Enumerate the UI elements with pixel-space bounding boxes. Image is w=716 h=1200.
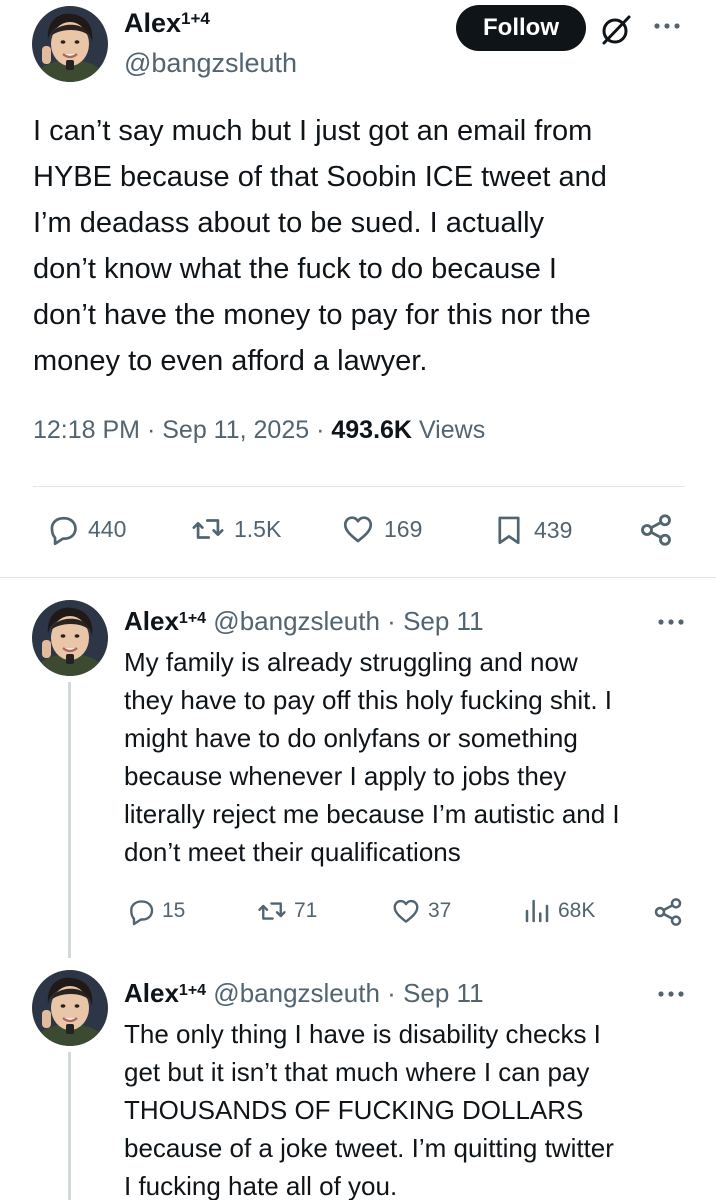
bookmark-count: 439	[534, 516, 573, 543]
like-button[interactable]: 169	[340, 512, 422, 546]
user-handle[interactable]: @bangzsleuth	[124, 48, 297, 79]
tweet-date[interactable]: Sep 11	[403, 606, 483, 636]
thread-line	[68, 682, 71, 958]
tweet-text: I can’t say much but I just got an email…	[33, 115, 607, 377]
display-name-text: Alex	[124, 8, 182, 38]
user-handle[interactable]: @bangzsleuth	[213, 978, 380, 1008]
retweet-count: 1.5K	[234, 515, 282, 542]
display-name-superscript: 1+4	[178, 610, 207, 627]
heart-icon	[393, 899, 419, 923]
display-name[interactable]: Alex1+4	[124, 606, 206, 636]
views-count: 493.6K	[331, 416, 412, 444]
display-name-text: Alex	[124, 978, 179, 1008]
retweet-button[interactable]: 1.5K	[190, 512, 281, 546]
retweet-button[interactable]: 71	[256, 896, 317, 926]
reply-count: 15	[162, 899, 186, 922]
reply-icon	[130, 900, 154, 926]
divider	[33, 486, 685, 487]
reply-tweet[interactable]: Alex1+4 @bangzsleuth · Sep 11 My family …	[0, 578, 716, 958]
reply-header: Alex1+4 @bangzsleuth · Sep 11	[124, 978, 484, 1009]
avatar[interactable]	[32, 970, 108, 1046]
tweet-text: My family is already struggling and now …	[124, 647, 620, 867]
like-button[interactable]: 37	[390, 896, 451, 926]
header-separator: ·	[387, 978, 396, 1008]
display-name-superscript: 1+4	[178, 982, 207, 999]
reply-icon	[50, 516, 77, 546]
display-name-text: Alex	[124, 606, 179, 636]
share-icon	[641, 514, 671, 546]
reply-button[interactable]: 440	[46, 512, 126, 546]
meta-separator: ·	[146, 416, 156, 444]
meta-separator: ·	[316, 416, 325, 444]
reply-count: 440	[88, 515, 127, 542]
views-button[interactable]: 68K	[522, 896, 595, 926]
like-count: 37	[428, 899, 452, 922]
more-icon[interactable]	[650, 10, 684, 46]
views-count: 68K	[558, 899, 596, 922]
views-label: Views	[418, 416, 486, 444]
avatar[interactable]	[32, 600, 108, 676]
retweet-icon	[258, 902, 286, 920]
tweet-date[interactable]: Sep 11, 2025	[162, 416, 309, 444]
bookmark-icon	[498, 516, 520, 545]
avatar[interactable]	[32, 6, 108, 82]
tweet-meta: 12:18 PM · Sep 11, 2025 · 493.6K Views	[33, 416, 485, 445]
heart-icon	[343, 516, 373, 543]
header-separator: ·	[387, 606, 396, 636]
reply-tweet[interactable]: Alex1+4 @bangzsleuth · Sep 11 The only t…	[0, 958, 716, 1200]
display-name[interactable]: Alex1+4	[124, 978, 206, 1008]
reply-button[interactable]: 15	[126, 896, 185, 926]
display-name[interactable]: Alex1+4	[124, 8, 210, 39]
share-icon	[654, 898, 682, 926]
more-icon[interactable]	[654, 606, 688, 642]
tweet-date[interactable]: Sep 11	[403, 978, 483, 1008]
retweet-count: 71	[294, 899, 318, 922]
share-button[interactable]	[638, 512, 674, 548]
reply-header: Alex1+4 @bangzsleuth · Sep 11	[124, 606, 484, 637]
like-count: 169	[384, 515, 423, 542]
retweet-icon	[192, 519, 224, 539]
follow-button[interactable]: Follow	[456, 5, 586, 51]
main-tweet: Alex1+4 @bangzsleuth Follow I can’t say …	[0, 0, 716, 578]
thread-line	[68, 1052, 71, 1200]
tweet-text: The only thing I have is disability chec…	[124, 1019, 614, 1200]
tweet-time[interactable]: 12:18 PM	[33, 416, 140, 444]
more-icon[interactable]	[654, 978, 688, 1014]
views-icon	[525, 899, 549, 923]
user-handle[interactable]: @bangzsleuth	[213, 606, 380, 636]
share-button[interactable]	[652, 896, 684, 928]
bookmark-button[interactable]: 439	[492, 512, 572, 548]
grok-icon[interactable]	[598, 12, 634, 48]
display-name-superscript: 1+4	[181, 9, 210, 28]
